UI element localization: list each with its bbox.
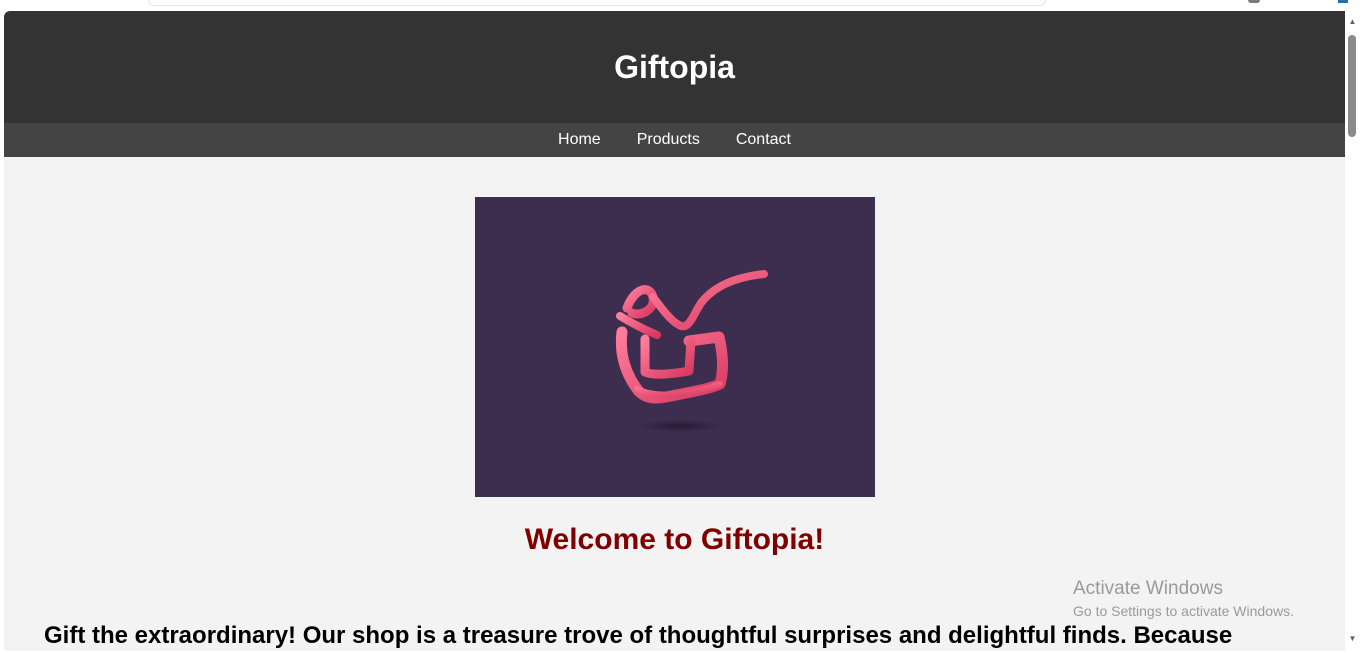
gift-ribbon-logo [615,270,768,432]
watermark-title: Activate Windows [1073,578,1223,599]
browser-tab-edge [148,0,1046,6]
watermark-subtitle: Go to Settings to activate Windows. [1073,603,1294,619]
scroll-up-arrow-icon[interactable]: ▲ [1345,15,1360,29]
profile-icon[interactable] [1248,0,1260,3]
scroll-down-arrow-icon[interactable]: ▼ [1345,632,1360,646]
activate-windows-watermark: Activate Windows Go to Settings to activ… [1073,578,1294,619]
browser-top-strip [0,0,1366,11]
nav-link-products[interactable]: Products [637,131,700,149]
hero-image [475,197,875,497]
site-title: Giftopia [614,48,735,85]
main-nav: Home Products Contact [4,123,1345,157]
extension-icon[interactable] [1338,0,1348,3]
vertical-scrollbar[interactable]: ▲ ▼ [1345,11,1360,653]
nav-link-home[interactable]: Home [558,131,601,149]
welcome-heading: Welcome to Giftopia! [524,523,825,556]
site-header: Giftopia [4,11,1345,123]
page-viewport: Giftopia Home Products Contact Welcome t… [4,11,1345,651]
window-edge [1360,0,1366,653]
intro-paragraph: Gift the extraordinary! Our shop is a tr… [44,622,1233,649]
nav-link-contact[interactable]: Contact [736,131,791,149]
scrollbar-thumb[interactable] [1348,35,1356,137]
